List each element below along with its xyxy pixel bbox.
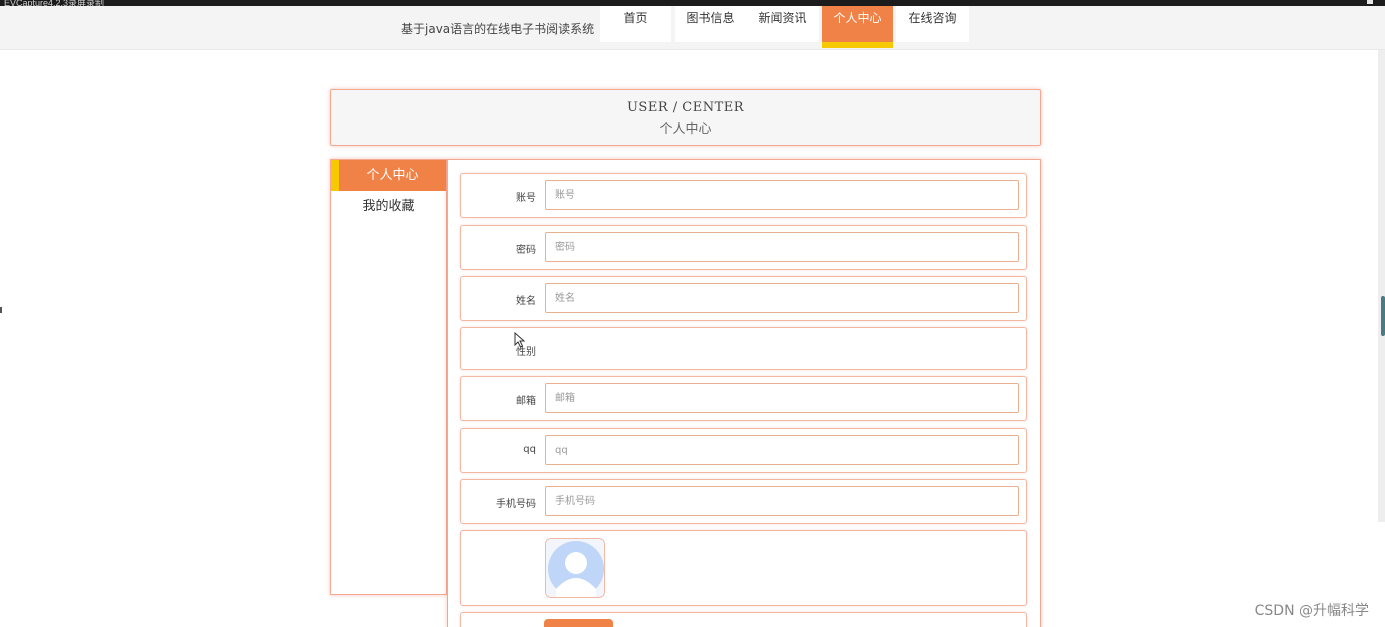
nav-item-books[interactable]: 图书信息 — [675, 6, 746, 42]
sidebar-item-favorites[interactable]: 我的收藏 — [331, 191, 446, 222]
submit-button[interactable] — [544, 619, 613, 627]
form-row-password: 密码 — [460, 225, 1027, 270]
form-row-qq: qq — [460, 428, 1027, 473]
avatar-upload[interactable] — [545, 538, 605, 598]
site-brand: 基于java语言的在线电子书阅读系统 — [401, 22, 595, 36]
page-title-en: USER / CENTER — [626, 100, 745, 115]
watermark: CSDN @升幅科学 — [1254, 603, 1369, 619]
top-navbar: 基于java语言的在线电子书阅读系统 首页 图书信息 新闻资讯 个人中心 在线咨… — [0, 6, 1385, 50]
sidebar-item-user-center[interactable]: 个人中心 — [331, 160, 446, 191]
nav-item-user-center[interactable]: 个人中心 — [822, 6, 893, 48]
name-label: 姓名 — [516, 296, 536, 307]
phone-input[interactable] — [545, 486, 1019, 516]
nav-item-consult[interactable]: 在线咨询 — [896, 6, 969, 42]
email-label: 邮箱 — [516, 396, 536, 407]
form-row-email: 邮箱 — [460, 376, 1027, 421]
form-row-account: 账号 — [460, 173, 1027, 218]
phone-label: 手机号码 — [496, 499, 536, 510]
email-input[interactable] — [545, 383, 1019, 413]
qq-input[interactable] — [545, 435, 1019, 465]
name-input[interactable] — [545, 283, 1019, 313]
page-title-cn: 个人中心 — [659, 122, 712, 137]
form-row-avatar — [460, 530, 1027, 606]
password-label: 密码 — [516, 245, 536, 256]
qq-label: qq — [523, 444, 536, 455]
account-input[interactable] — [545, 180, 1019, 210]
left-edge-marker — [0, 307, 2, 313]
form-row-phone: 手机号码 — [460, 479, 1027, 524]
user-avatar-icon — [546, 539, 604, 597]
sidebar-menu: 个人中心 我的收藏 — [330, 159, 447, 595]
account-label: 账号 — [516, 193, 536, 204]
form-row-name: 姓名 — [460, 276, 1027, 321]
window-control-icon[interactable] — [1367, 0, 1373, 4]
password-input[interactable] — [545, 232, 1019, 262]
side-handle[interactable] — [1381, 296, 1385, 336]
scrollbar-track[interactable] — [1378, 50, 1385, 522]
nav-item-home[interactable]: 首页 — [600, 6, 671, 42]
mouse-cursor-icon — [514, 332, 526, 348]
nav-item-news[interactable]: 新闻资讯 — [746, 6, 819, 42]
page-title-box: USER / CENTER 个人中心 — [330, 89, 1041, 146]
form-row-gender[interactable]: 性别 — [460, 327, 1027, 370]
